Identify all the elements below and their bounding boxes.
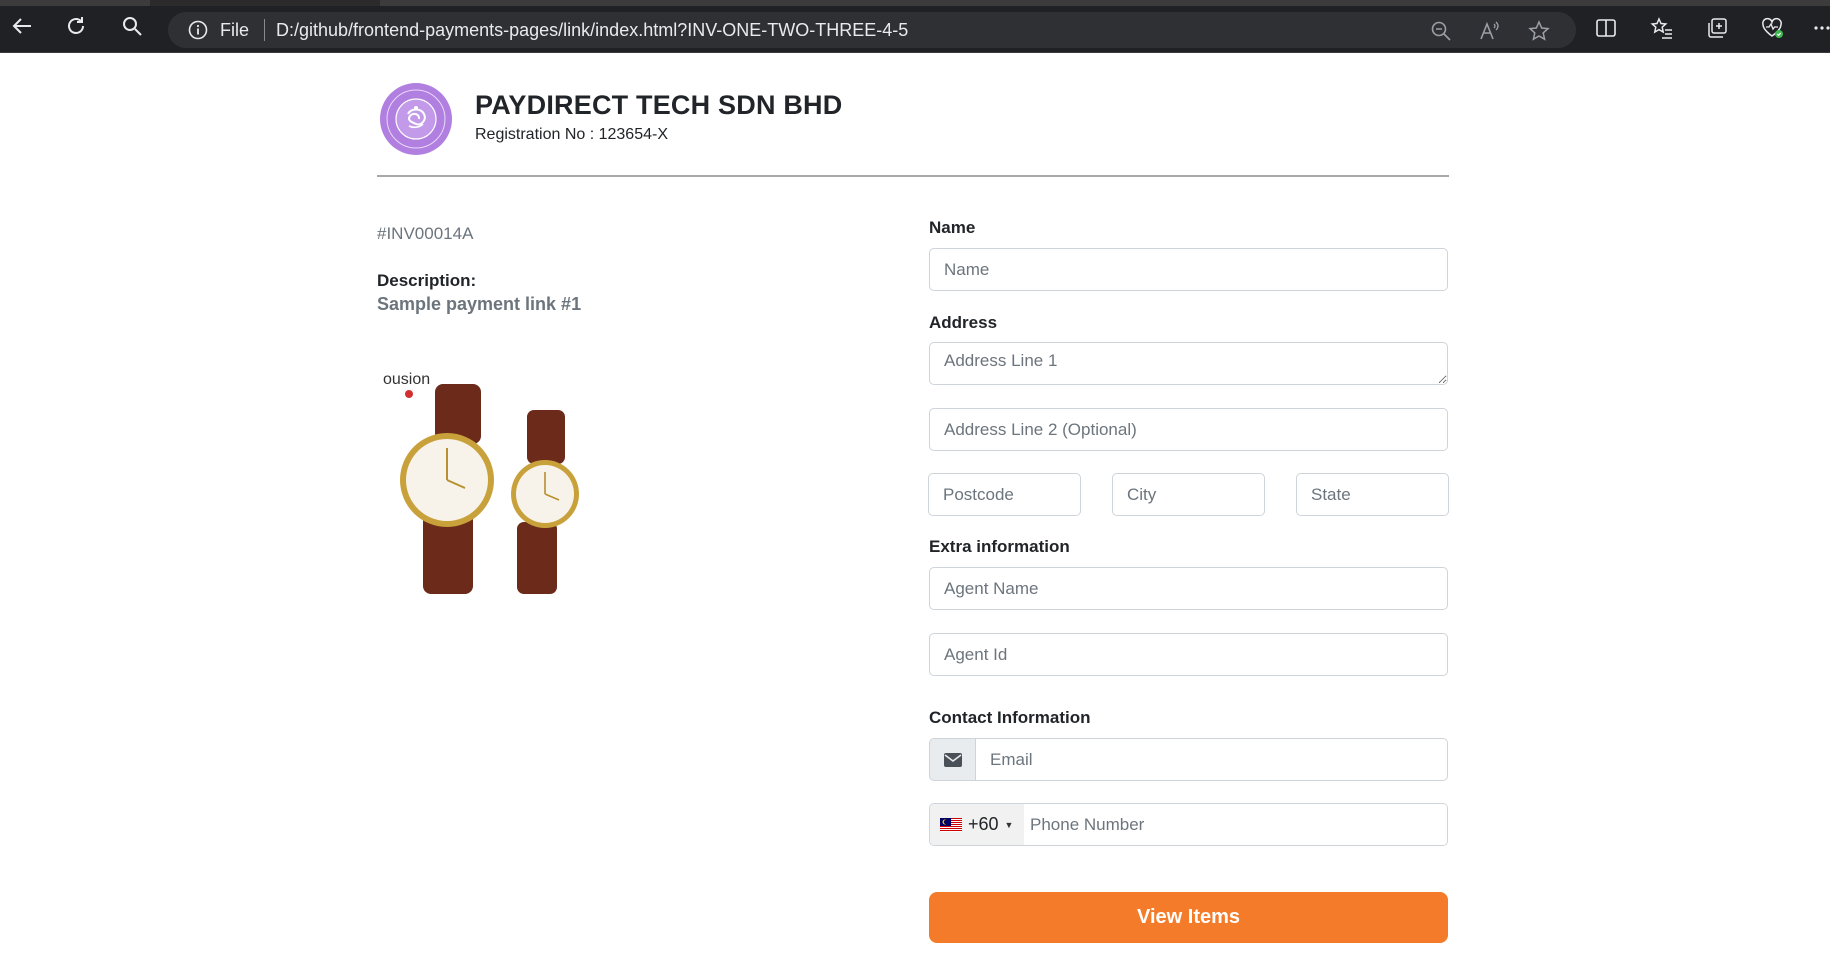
caret-down-icon: ▼ xyxy=(1004,819,1014,830)
header-divider xyxy=(377,175,1449,177)
tab-strip xyxy=(0,0,1830,6)
address-bar[interactable]: File D:/github/frontend-payments-pages/l… xyxy=(168,12,1576,48)
name-input[interactable] xyxy=(929,248,1448,291)
phone-input[interactable] xyxy=(1024,804,1447,845)
merchant-logo xyxy=(379,82,453,156)
name-label: Name xyxy=(929,218,976,237)
more-icon[interactable] xyxy=(1812,16,1830,40)
address-line2-input[interactable] xyxy=(929,408,1448,451)
url-text[interactable]: D:/github/frontend-payments-pages/link/i… xyxy=(276,20,908,41)
refresh-icon[interactable] xyxy=(64,14,88,38)
address-line1-input[interactable] xyxy=(929,342,1448,385)
url-divider xyxy=(264,19,265,41)
favorite-star-icon[interactable] xyxy=(1528,20,1550,42)
merchant-name: PAYDIRECT TECH SDN BHD xyxy=(475,90,843,120)
agent-name-input[interactable] xyxy=(929,567,1448,610)
country-code-selector[interactable]: +60 ▼ xyxy=(930,804,1024,845)
favorites-icon[interactable] xyxy=(1650,16,1674,40)
split-screen-icon[interactable] xyxy=(1594,16,1618,40)
registration-number: Registration No : 123654-X xyxy=(475,126,668,143)
dial-code: +60 xyxy=(968,814,999,834)
product-image: ousion xyxy=(377,362,613,618)
description-label: Description: xyxy=(377,271,477,290)
zoom-out-icon[interactable] xyxy=(1430,20,1452,42)
email-input[interactable] xyxy=(975,738,1448,781)
contact-info-label: Contact Information xyxy=(929,708,1091,727)
description-text: Sample payment link #1 xyxy=(377,294,582,314)
view-items-button[interactable]: View Items xyxy=(929,892,1448,943)
state-input[interactable] xyxy=(1296,473,1449,516)
malaysia-flag-icon xyxy=(940,817,962,832)
read-aloud-icon[interactable] xyxy=(1478,20,1500,42)
browser-essentials-icon[interactable] xyxy=(1760,16,1784,40)
invoice-number: #INV00014A xyxy=(377,224,474,243)
city-input[interactable] xyxy=(1112,473,1265,516)
info-icon[interactable] xyxy=(188,20,208,40)
back-icon[interactable] xyxy=(10,14,34,38)
search-icon[interactable] xyxy=(120,14,144,38)
postcode-input[interactable] xyxy=(928,473,1081,516)
phone-input-group: +60 ▼ xyxy=(929,803,1448,846)
email-input-group xyxy=(929,738,1448,781)
product-brand: ousion xyxy=(383,371,430,388)
envelope-icon xyxy=(929,738,975,781)
address-label: Address xyxy=(929,313,998,332)
browser-toolbar: File D:/github/frontend-payments-pages/l… xyxy=(0,0,1830,53)
url-scheme-label: File xyxy=(220,20,250,40)
collections-icon[interactable] xyxy=(1705,16,1729,40)
agent-id-input[interactable] xyxy=(929,633,1448,676)
extra-info-label: Extra information xyxy=(929,537,1070,556)
payment-page: PAYDIRECT TECH SDN BHD Registration No :… xyxy=(0,54,1830,974)
